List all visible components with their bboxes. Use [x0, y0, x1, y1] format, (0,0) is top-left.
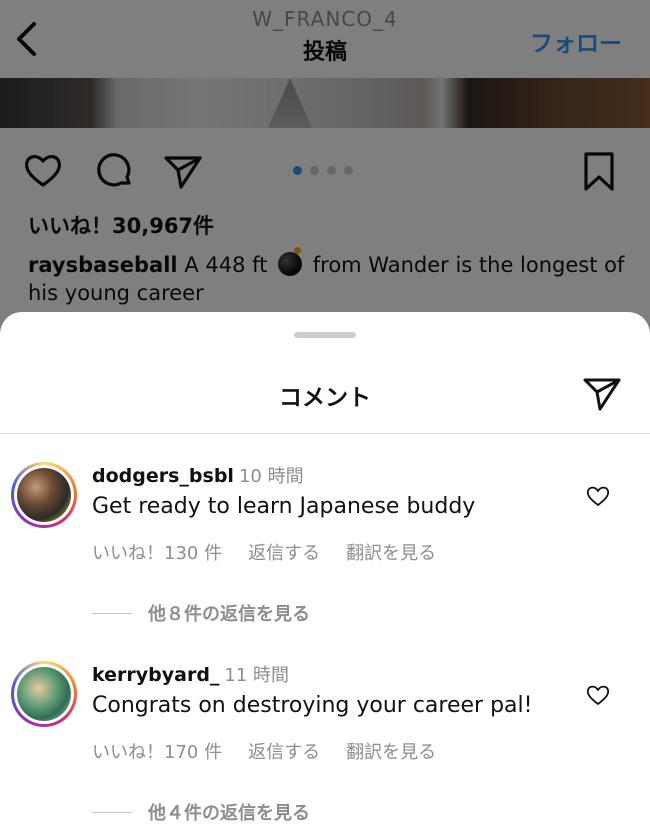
- comments-sheet: コメント dodgers_bsbl 10 時間 Get ready to lear…: [0, 312, 650, 836]
- small-heart-icon[interactable]: [586, 684, 610, 706]
- divider: [0, 433, 650, 434]
- reply-button[interactable]: 返信する: [248, 543, 320, 564]
- comment-text: Congrats on destroying your career pal!: [92, 693, 533, 718]
- comment-text: Get ready to learn Japanese buddy: [92, 494, 476, 519]
- view-replies-label: 他４件の返信を見る: [148, 803, 310, 824]
- small-heart-icon[interactable]: [586, 485, 610, 507]
- view-replies-label: 他８件の返信を見る: [148, 604, 310, 625]
- comment-username[interactable]: kerrybyard_: [92, 664, 219, 686]
- comment-header: kerrybyard_ 11 時間: [92, 661, 289, 687]
- comment-like-count[interactable]: いいね！170 件: [92, 742, 222, 763]
- comment-header: dodgers_bsbl 10 時間: [92, 462, 304, 488]
- view-replies-button[interactable]: 他８件の返信を見る: [92, 600, 310, 626]
- send-icon[interactable]: [582, 374, 622, 412]
- comment-item: dodgers_bsbl 10 時間 Get ready to learn Jap…: [0, 462, 650, 625]
- comment-item: kerrybyard_ 11 時間 Congrats on destroying …: [0, 661, 650, 824]
- avatar[interactable]: [11, 661, 77, 727]
- comment-like-count[interactable]: いいね！130 件: [92, 543, 222, 564]
- drag-handle[interactable]: [294, 332, 356, 338]
- view-replies-button[interactable]: 他４件の返信を見る: [92, 799, 310, 825]
- comment-username[interactable]: dodgers_bsbl: [92, 465, 234, 487]
- comment-meta: いいね！170 件 返信する 翻訳を見る: [92, 738, 462, 764]
- comment-meta: いいね！130 件 返信する 翻訳を見る: [92, 539, 462, 565]
- avatar[interactable]: [11, 462, 77, 528]
- sheet-title: コメント: [279, 385, 371, 411]
- comment-time: 11 時間: [224, 665, 290, 686]
- translate-button[interactable]: 翻訳を見る: [346, 742, 436, 763]
- comment-time: 10 時間: [238, 466, 304, 487]
- translate-button[interactable]: 翻訳を見る: [346, 543, 436, 564]
- reply-button[interactable]: 返信する: [248, 742, 320, 763]
